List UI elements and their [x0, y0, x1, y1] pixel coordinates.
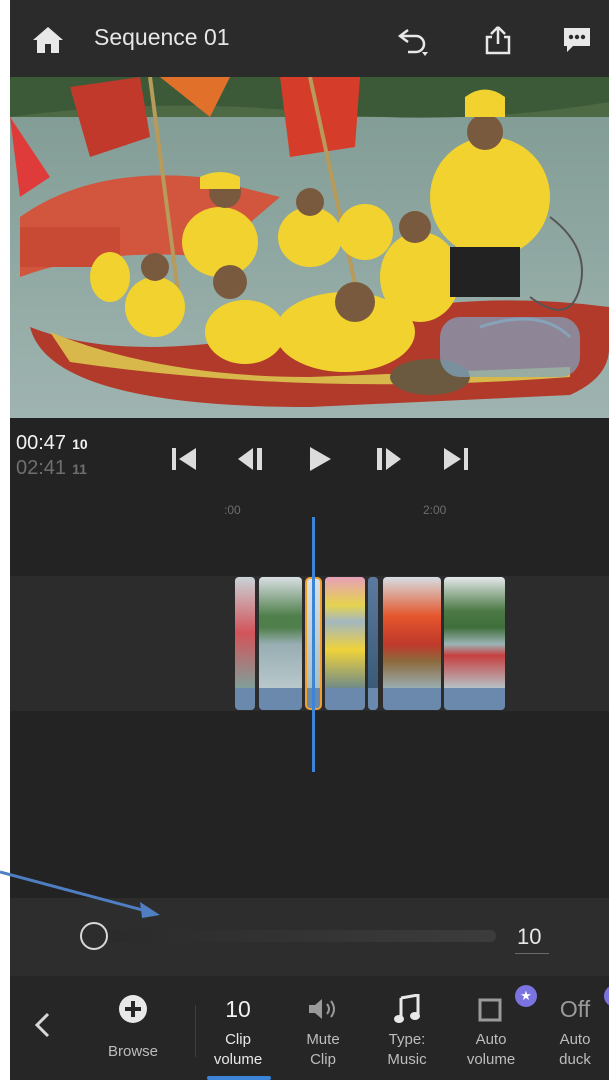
share-icon — [485, 26, 511, 55]
annotation-arrow-icon — [0, 870, 160, 918]
skip-to-start-icon — [172, 448, 196, 470]
chevron-left-icon — [34, 1012, 50, 1038]
auto-volume-label-2: volume — [466, 1051, 516, 1068]
timeline-clip[interactable] — [444, 577, 505, 710]
timecode-display: 00:47 10 02:41 11 — [16, 432, 88, 480]
preview-frame-image — [10, 77, 609, 418]
clip-volume-tool[interactable]: 10 Clip volume — [205, 976, 271, 1080]
mute-clip-tool[interactable]: Mute Clip — [290, 976, 356, 1080]
value-underline — [515, 953, 549, 954]
clip-volume-value[interactable]: 10 — [517, 924, 541, 950]
clip-volume-label-2: volume — [213, 1051, 263, 1068]
top-bar: Sequence 01 — [10, 0, 609, 77]
play-icon — [310, 447, 331, 471]
playhead[interactable] — [312, 517, 315, 772]
timeline-clip[interactable] — [259, 577, 302, 710]
sequence-title: Sequence 01 — [94, 24, 230, 50]
back-button[interactable] — [24, 976, 60, 1080]
clip-volume-tool-value: 10 — [225, 995, 251, 1022]
browse-button[interactable]: Browse — [98, 976, 168, 1080]
premium-star-icon: ★ — [603, 985, 609, 1007]
undo-button[interactable] — [394, 22, 430, 58]
home-button[interactable] — [30, 22, 66, 58]
share-button[interactable] — [480, 22, 516, 58]
music-note-icon — [394, 994, 420, 1023]
clip-volume-slider-track[interactable] — [94, 930, 496, 942]
mute-label-1: Mute — [306, 1031, 340, 1048]
undo-icon — [397, 29, 428, 56]
add-circle-icon — [119, 995, 147, 1023]
play-button[interactable] — [303, 442, 337, 476]
feedback-button[interactable] — [559, 22, 595, 58]
bottom-toolbar: Browse 10 Clip volume Mute Clip Type: Mu… — [10, 976, 609, 1080]
auto-duck-label-2: duck — [559, 1051, 591, 1068]
home-icon — [33, 27, 63, 53]
ruler-label-start: :00 — [224, 503, 241, 517]
toolbar-divider — [195, 1005, 196, 1057]
mute-label-2: Clip — [310, 1051, 336, 1068]
type-label-1: Type: — [388, 1031, 426, 1048]
skip-to-end-icon — [444, 448, 468, 470]
timeline-clip[interactable] — [383, 577, 441, 710]
browse-label: Browse — [107, 1043, 159, 1060]
step-back-button[interactable] — [234, 442, 268, 476]
current-timecode: 00:47 10 — [16, 432, 88, 454]
type-label-2: Music — [387, 1051, 427, 1068]
square-icon — [478, 998, 502, 1022]
skip-to-start-button[interactable] — [167, 442, 201, 476]
speaker-icon — [309, 999, 335, 1019]
auto-volume-label-1: Auto — [475, 1031, 507, 1048]
timeline-clip[interactable] — [325, 577, 365, 710]
auto-duck-tool[interactable]: Off ★ Auto duck — [545, 976, 609, 1080]
auto-volume-tool[interactable]: ★ Auto volume — [458, 976, 537, 1080]
timeline-clip[interactable] — [235, 577, 255, 710]
active-tool-indicator — [207, 1076, 271, 1080]
auto-duck-label-1: Auto — [559, 1031, 591, 1048]
skip-to-end-button[interactable] — [439, 442, 473, 476]
premium-star-icon: ★ — [515, 985, 537, 1007]
timeline-clip[interactable] — [368, 577, 378, 710]
clip-volume-label-1: Clip — [225, 1031, 251, 1048]
ruler-label-2min: 2:00 — [423, 503, 447, 517]
step-back-icon — [238, 448, 262, 470]
video-preview[interactable] — [10, 77, 609, 418]
step-forward-icon — [377, 448, 401, 470]
duration-timecode: 02:41 11 — [16, 457, 87, 479]
auto-duck-value: Off — [559, 995, 591, 1022]
type-music-tool[interactable]: Type: Music — [374, 976, 440, 1080]
chat-icon — [564, 28, 590, 52]
step-forward-button[interactable] — [371, 442, 405, 476]
